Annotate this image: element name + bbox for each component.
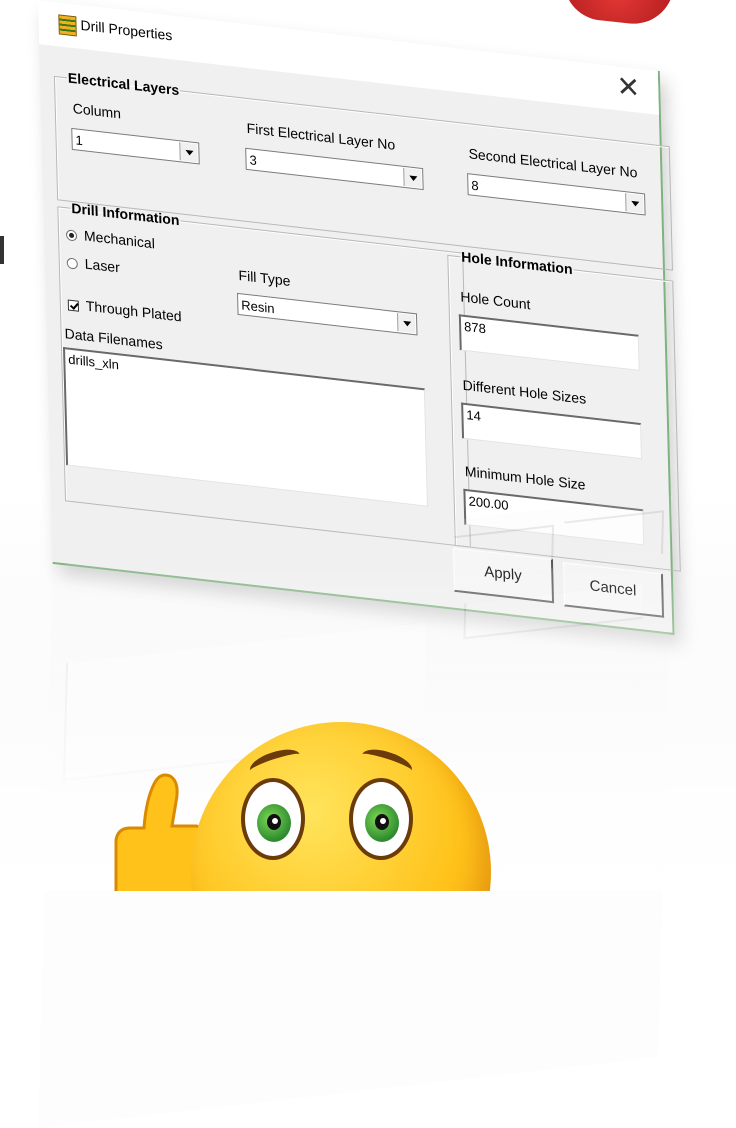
right-eye-icon xyxy=(349,778,413,860)
emoji-face xyxy=(191,722,491,891)
drill-properties-dialog: Drill Properties ✕ Electrical Layers Col… xyxy=(38,0,681,635)
window-title: Drill Properties xyxy=(80,16,173,44)
chevron-down-icon[interactable] xyxy=(625,193,644,214)
second-electrical-layer-value: 8 xyxy=(471,177,479,194)
thumbs-up-emoji xyxy=(96,700,516,891)
left-pupil xyxy=(267,814,281,830)
fill-type-value: Resin xyxy=(241,297,275,317)
background-text-fragment xyxy=(0,236,4,264)
apply-button[interactable]: Apply xyxy=(452,547,555,604)
chevron-down-icon[interactable] xyxy=(179,142,198,163)
right-eyebrow xyxy=(359,744,415,781)
right-iris xyxy=(365,804,399,842)
right-eye-shine xyxy=(380,818,386,824)
cancel-button[interactable]: Cancel xyxy=(562,562,665,618)
left-eye-shine xyxy=(272,818,278,824)
close-icon[interactable]: ✕ xyxy=(608,65,649,110)
electrical-layers-legend: Electrical Layers xyxy=(67,69,180,99)
through-plated-checkbox[interactable] xyxy=(67,299,80,312)
chevron-down-icon[interactable] xyxy=(403,167,422,188)
left-eye-icon xyxy=(241,778,305,860)
chevron-down-icon[interactable] xyxy=(396,313,416,334)
column-value: 1 xyxy=(75,132,83,149)
first-electrical-layer-value: 3 xyxy=(249,152,257,169)
right-pupil xyxy=(375,814,389,830)
left-eyebrow xyxy=(247,744,303,781)
app-icon xyxy=(58,14,77,37)
left-iris xyxy=(257,804,291,842)
